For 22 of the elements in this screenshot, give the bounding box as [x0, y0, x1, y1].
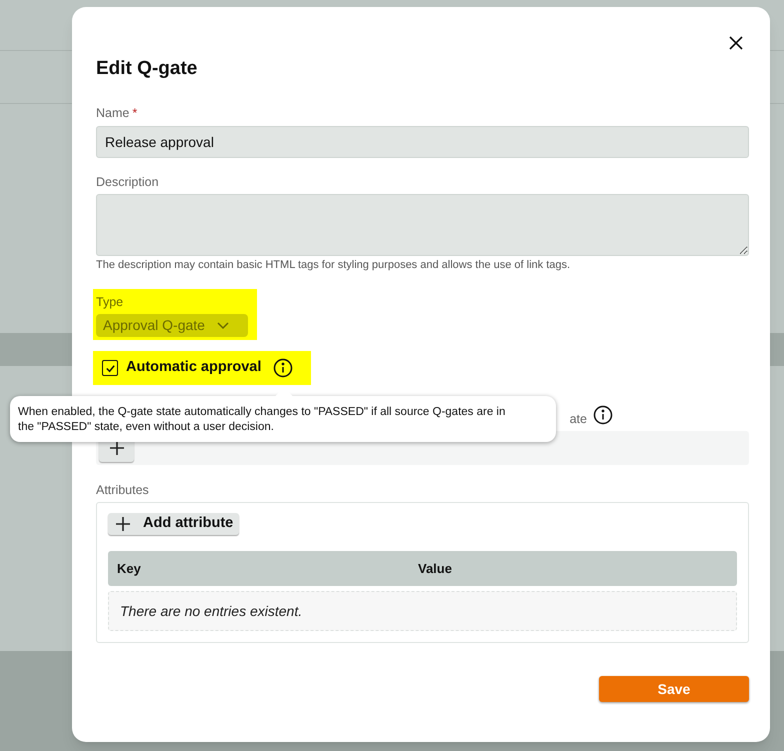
description-field[interactable]: [96, 194, 749, 256]
checkbox[interactable]: [102, 360, 118, 376]
plus-icon: [115, 516, 131, 532]
field-label: Description: [96, 174, 160, 190]
column-header: Key: [116, 560, 142, 578]
required-mark: *: [132, 105, 138, 121]
info-icon[interactable]: [273, 358, 294, 378]
name-field[interactable]: Release approval: [96, 126, 749, 158]
checkbox-label: Automatic approval: [126, 358, 262, 378]
field-label: ate: [570, 411, 587, 427]
field-label: Name: [96, 105, 130, 121]
dialog-title: Edit Q-gate: [96, 57, 198, 81]
add-attribute-button[interactable]: Add attribute: [108, 513, 240, 535]
info-icon[interactable]: [593, 405, 613, 425]
plus-icon: [108, 440, 124, 456]
caret-icon: [216, 322, 229, 330]
check-icon: [104, 362, 116, 374]
column-header: Value: [418, 560, 452, 578]
empty-message: There are no entries existent.: [108, 591, 737, 631]
help-text: The description may contain basic HTML tags for styling purposes and allows the use of link tags.: [96, 258, 572, 272]
field-label: Type: [96, 295, 124, 309]
field-label: Attributes: [96, 483, 150, 497]
